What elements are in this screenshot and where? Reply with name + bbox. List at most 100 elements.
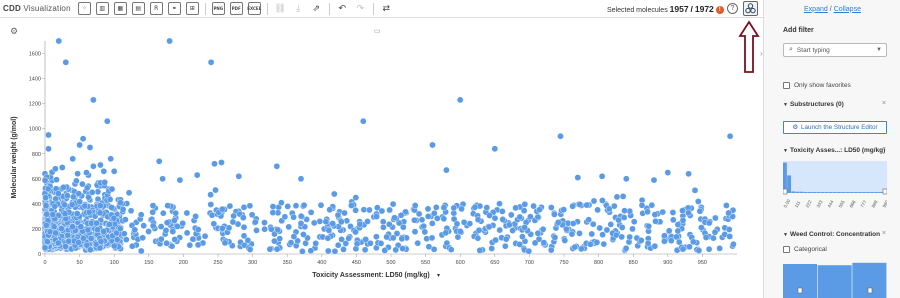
x-tick-label: 350	[283, 260, 292, 266]
export-excel-icon[interactable]: EXCEL	[247, 2, 261, 15]
data-point	[101, 178, 108, 186]
data-point	[453, 220, 461, 228]
data-point	[596, 224, 604, 232]
checkbox[interactable]	[783, 246, 790, 253]
histogram-bar	[795, 191, 800, 193]
data-point	[131, 226, 139, 234]
help-icon[interactable]: ?	[727, 3, 738, 14]
filter-panel-toggle[interactable]	[743, 1, 758, 16]
data-point	[42, 202, 50, 209]
data-point	[389, 234, 397, 242]
data-point	[618, 224, 626, 231]
data-point	[637, 237, 645, 244]
x-tick-label: 850	[629, 260, 638, 266]
bar-chart-icon[interactable]: ▥	[95, 2, 109, 15]
data-point	[100, 228, 107, 235]
toolbar-divider	[372, 2, 374, 15]
data-point	[338, 236, 345, 243]
histogram-bar	[832, 192, 837, 193]
data-point	[266, 245, 274, 253]
r-script-icon[interactable]: R	[149, 2, 163, 15]
data-point	[85, 208, 93, 216]
data-point	[110, 214, 118, 222]
data-point	[230, 212, 237, 220]
export-pdf-icon[interactable]: PDF	[229, 2, 243, 15]
histogram-tick-label: 111	[794, 200, 802, 209]
close-icon[interactable]: ×	[882, 230, 886, 237]
close-icon[interactable]: ×	[882, 100, 886, 107]
data-point	[505, 221, 513, 229]
data-point	[86, 144, 94, 151]
only-favorites-checkbox[interactable]: Only show favorites	[783, 82, 851, 89]
launch-structure-editor-button[interactable]: ⚙ Launch the Structure Editor	[783, 121, 887, 134]
data-point	[225, 224, 233, 232]
x-tick-label: 0	[43, 260, 46, 266]
weed-control-histogram[interactable]	[783, 258, 887, 298]
substructures-filter-title[interactable]: ▼ Substructures (0)	[783, 101, 844, 108]
refresh-icon[interactable]: ⇄	[380, 2, 393, 15]
link-icon[interactable]: ⛓	[274, 2, 287, 15]
data-point	[364, 218, 371, 225]
data-point	[334, 241, 342, 249]
search-icon: ⌕	[789, 46, 793, 53]
data-point	[645, 222, 653, 230]
close-icon[interactable]: ×	[882, 146, 886, 153]
data-point	[424, 213, 432, 220]
history-tools: ↶ ↷	[336, 2, 372, 15]
data-point	[273, 162, 281, 170]
data-point	[454, 233, 462, 241]
data-point	[385, 220, 393, 228]
data-point	[316, 218, 324, 225]
toxicity-histogram[interactable]: 0.00 111 222 333 444 555 666 777 888 999	[783, 159, 887, 211]
data-point	[59, 164, 66, 171]
data-point	[44, 185, 52, 193]
toolbar: CDD Visualization ⁘ ▥ ▦ ▤ R ⚭ ⊞ PNG PDF EXCEL ⛓ ⤓…	[0, 0, 763, 18]
x-tick-label: 700	[525, 260, 534, 266]
scatter-plot[interactable]: 0 50 100 150 200 250 300 350 400 450 500 550 600 650 7…	[0, 19, 763, 298]
data-point	[399, 245, 406, 252]
toxicity-filter-title[interactable]: ▼ Toxicity Asses...: LD50 (mg/kg)	[783, 147, 885, 154]
filter-cluster-icon	[745, 3, 756, 14]
open-external-icon[interactable]: ⇗	[310, 2, 323, 15]
data-point	[45, 131, 52, 139]
data-point	[685, 170, 692, 178]
checkbox[interactable]	[783, 82, 790, 89]
redo-icon[interactable]: ↷	[354, 2, 367, 15]
grouped-chart-icon[interactable]: ▤	[131, 2, 145, 15]
data-point	[281, 213, 289, 221]
data-point	[499, 216, 507, 223]
data-point	[324, 247, 332, 255]
chart-area[interactable]: ⚙ ▭ › 0 50 100 150 200 250 300 350 400 450 500 550 6…	[0, 19, 763, 298]
data-point	[386, 206, 393, 214]
data-point	[521, 200, 529, 208]
filter-search-input[interactable]: ⌕ Start typing ▼	[783, 43, 887, 57]
data-point	[128, 242, 136, 250]
data-point	[726, 233, 734, 240]
data-point	[673, 233, 680, 241]
categorical-checkbox[interactable]: Categorical	[783, 246, 827, 253]
structure-view-icon[interactable]: ⚭	[167, 2, 181, 15]
data-point	[239, 214, 247, 221]
collapse-link[interactable]: Collapse	[834, 6, 861, 13]
histogram-bar	[817, 265, 852, 298]
data-point	[79, 135, 87, 142]
undo-icon[interactable]: ↶	[336, 2, 349, 15]
histogram-icon[interactable]: ▦	[113, 2, 127, 15]
scatter-plot-icon[interactable]: ⁘	[77, 2, 91, 15]
expand-link[interactable]: Expand	[804, 6, 828, 13]
data-point	[261, 225, 268, 233]
data-point	[705, 245, 713, 253]
data-point	[41, 244, 49, 252]
grid-view-icon[interactable]: ⊞	[185, 2, 199, 15]
data-point	[219, 224, 226, 232]
data-point	[695, 198, 702, 205]
data-point	[41, 176, 49, 184]
data-point	[159, 209, 167, 217]
download-icon[interactable]: ⤓	[292, 2, 305, 15]
weed-control-filter-title[interactable]: ▼ Weed Control: Concentration	[783, 231, 880, 238]
histogram-bar	[849, 192, 854, 193]
histogram-bar	[853, 192, 858, 193]
export-png-icon[interactable]: PNG	[211, 2, 225, 15]
data-point	[108, 185, 116, 193]
warning-badge[interactable]: !	[715, 6, 724, 14]
